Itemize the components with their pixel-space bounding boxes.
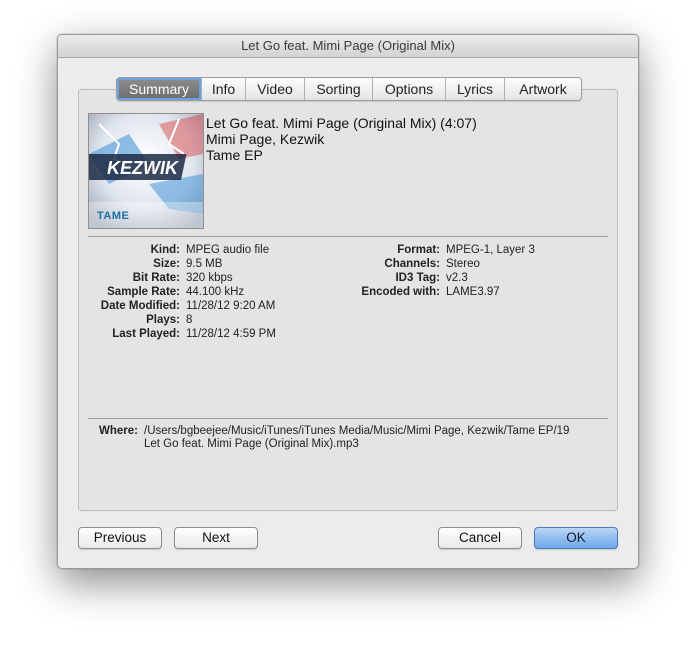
tab-options[interactable]: Options [373, 78, 446, 100]
artwork-album-label: TAME [97, 210, 130, 222]
prop-row: Size: 9.5 MB [86, 257, 276, 271]
prop-value: Stereo [446, 258, 480, 270]
prop-value: 320 kbps [186, 272, 233, 284]
prop-row: Encoded with: LAME3.97 [354, 285, 535, 299]
prop-value: LAME3.97 [446, 286, 500, 298]
tab-bar: Summary Info Video Sorting Options Lyric… [116, 77, 582, 101]
tab-summary[interactable]: Summary [117, 78, 202, 100]
prop-value: MPEG-1, Layer 3 [446, 244, 535, 256]
properties-right: Format: MPEG-1, Layer 3 Channels: Stereo I… [354, 243, 535, 299]
prop-row: Last Played: 11/28/12 4:59 PM [86, 327, 276, 341]
prop-label: ID3 Tag: [395, 272, 440, 284]
track-album: Tame EP [206, 147, 263, 163]
album-artwork[interactable]: KEZWIK TAME [88, 113, 204, 229]
prop-row: Kind: MPEG audio file [86, 243, 276, 257]
where-label: Where: [99, 425, 138, 437]
prop-label: Format: [397, 244, 440, 256]
track-summary: Let Go feat. Mimi Page (Original Mix) (4… [206, 115, 477, 163]
prop-value: 11/28/12 4:59 PM [186, 328, 276, 340]
prop-label: Date Modified: [100, 300, 180, 312]
prop-value: 8 [186, 314, 193, 326]
prop-label: Bit Rate: [132, 272, 180, 284]
divider-bottom [88, 418, 608, 419]
prop-label: Size: [153, 258, 180, 270]
prop-label: Kind: [150, 244, 180, 256]
prop-row: Format: MPEG-1, Layer 3 [354, 243, 535, 257]
where-path-line2: Let Go feat. Mimi Page (Original Mix).mp… [144, 438, 359, 450]
tab-artwork[interactable]: Artwork [505, 78, 581, 100]
tab-lyrics[interactable]: Lyrics [446, 78, 505, 100]
tab-sorting[interactable]: Sorting [305, 78, 373, 100]
next-button[interactable]: Next [174, 527, 258, 549]
ok-button[interactable]: OK [534, 527, 618, 549]
prop-row: Plays: 8 [86, 313, 276, 327]
prop-row: Sample Rate: 44.100 kHz [86, 285, 276, 299]
prop-value: 11/28/12 9:20 AM [186, 300, 276, 312]
prop-value: v2.3 [446, 272, 468, 284]
divider-top [88, 236, 608, 237]
track-title: Let Go feat. Mimi Page (Original Mix) (4… [206, 115, 477, 131]
cancel-button[interactable]: Cancel [438, 527, 522, 549]
prop-label: Last Played: [112, 328, 180, 340]
prop-label: Sample Rate: [107, 286, 180, 298]
prop-row: ID3 Tag: v2.3 [354, 271, 535, 285]
svg-text:KEZWIK: KEZWIK [107, 158, 180, 178]
prop-label: Channels: [384, 258, 440, 270]
tab-video[interactable]: Video [246, 78, 305, 100]
prop-value: 9.5 MB [186, 258, 223, 270]
tab-info[interactable]: Info [202, 78, 246, 100]
prop-row: Bit Rate: 320 kbps [86, 271, 276, 285]
file-location: Where: /Users/bgbeejee/Music/iTunes/iTun… [96, 425, 606, 451]
window-title: Let Go feat. Mimi Page (Original Mix) [58, 35, 638, 58]
prop-row: Channels: Stereo [354, 257, 535, 271]
prop-label: Plays: [146, 314, 180, 326]
prop-row: Date Modified: 11/28/12 9:20 AM [86, 299, 276, 313]
where-path[interactable]: /Users/bgbeejee/Music/iTunes/iTunes Medi… [138, 425, 569, 451]
previous-button[interactable]: Previous [78, 527, 162, 549]
track-artist: Mimi Page, Kezwik [206, 131, 325, 147]
get-info-window: Let Go feat. Mimi Page (Original Mix) Su… [57, 34, 639, 569]
properties-left: Kind: MPEG audio file Size: 9.5 MB Bit Rat… [86, 243, 276, 341]
prop-value: MPEG audio file [186, 244, 270, 256]
prop-label: Encoded with: [361, 286, 440, 298]
prop-value: 44.100 kHz [186, 286, 245, 298]
where-path-line1: /Users/bgbeejee/Music/iTunes/iTunes Medi… [144, 425, 570, 437]
